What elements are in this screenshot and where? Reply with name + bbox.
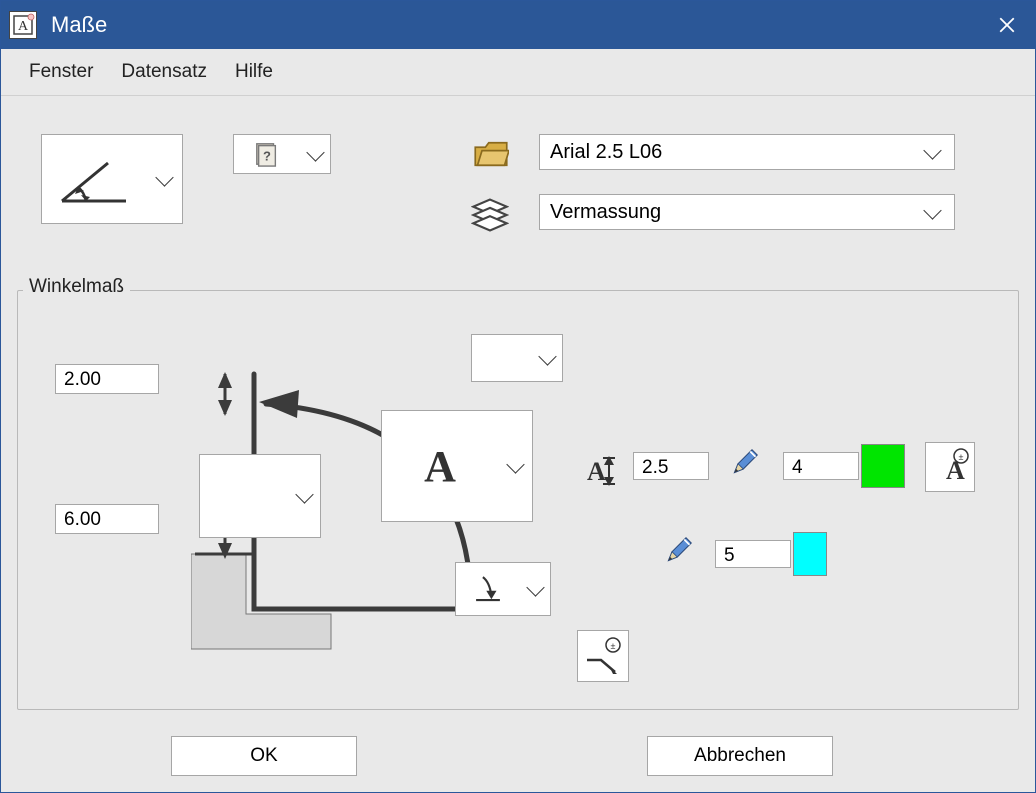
chevron-down-icon [498,462,532,471]
pencil-icon [665,536,693,568]
text-height-icon: A [575,454,621,488]
svg-text:A: A [18,19,29,34]
ok-label: OK [250,745,277,767]
pen2-color-swatch[interactable] [793,532,827,576]
window-title: Maße [51,12,987,38]
text-placement-select[interactable]: A [381,410,533,522]
offset-a-input[interactable]: 2.00 [55,364,159,394]
help-book-select[interactable]: ? [233,134,331,174]
chevron-down-icon [300,150,330,159]
font-select[interactable]: Arial 2.5 L06 [539,134,955,170]
dimension-type-select[interactable] [41,134,183,224]
pencil-icon [731,448,759,480]
text-tolerance-icon: A ± [930,447,970,487]
svg-text:±: ± [959,452,964,462]
angle-icon [54,149,134,209]
arrowhead-style-select[interactable] [455,562,551,616]
chevron-down-icon [920,208,944,217]
arrow-direction-select[interactable] [471,334,563,382]
offset-a-value: 2.00 [64,369,101,390]
witness-line-style-select[interactable] [199,454,321,538]
chevron-down-icon [288,492,320,501]
svg-text:A: A [587,457,606,486]
svg-text:±: ± [611,641,616,651]
pen1-value: 4 [792,457,803,478]
layer-select-value: Vermassung [550,201,920,224]
font-select-value: Arial 2.5 L06 [550,141,920,164]
client-area: ? Arial 2.5 L06 Verma [1,96,1035,792]
layer-select[interactable]: Vermassung [539,194,955,230]
folder-icon [473,140,513,170]
cancel-button[interactable]: Abbrechen [647,736,833,776]
chevron-down-icon [532,354,562,363]
dialog-window: A Maße Fenster Datensatz Hilfe [0,0,1036,793]
letter-a-icon: A [424,441,456,492]
app-icon: A [9,11,37,39]
text-tolerance-button[interactable]: A ± [925,442,975,492]
pen1-color-swatch[interactable] [861,444,905,488]
chevron-down-icon [146,175,182,184]
menu-datensatz[interactable]: Datensatz [121,61,207,83]
cancel-label: Abbrechen [694,745,786,767]
pen2-input[interactable]: 5 [715,540,791,568]
chevron-down-icon [520,585,550,594]
offset-b-value: 6.00 [64,509,101,530]
text-height-value: 2.5 [642,457,668,478]
tolerance-leader-toggle[interactable]: ± [577,630,629,682]
book-question-icon: ? [254,141,280,167]
leader-tolerance-icon: ± [583,636,623,676]
pen2-value: 5 [724,545,735,566]
offset-b-input[interactable]: 6.00 [55,504,159,534]
text-height-input[interactable]: 2.5 [633,452,709,480]
close-button[interactable] [987,5,1027,45]
titlebar: A Maße [1,1,1035,49]
menubar: Fenster Datensatz Hilfe [1,49,1035,96]
arrow-down-into-line-icon [471,572,505,606]
menu-fenster[interactable]: Fenster [29,61,93,83]
menu-hilfe[interactable]: Hilfe [235,61,273,83]
layers-icon [471,196,513,232]
svg-text:?: ? [263,149,271,164]
ok-button[interactable]: OK [171,736,357,776]
pen1-input[interactable]: 4 [783,452,859,480]
winkelmass-label: Winkelmaß [23,276,130,298]
chevron-down-icon [920,148,944,157]
